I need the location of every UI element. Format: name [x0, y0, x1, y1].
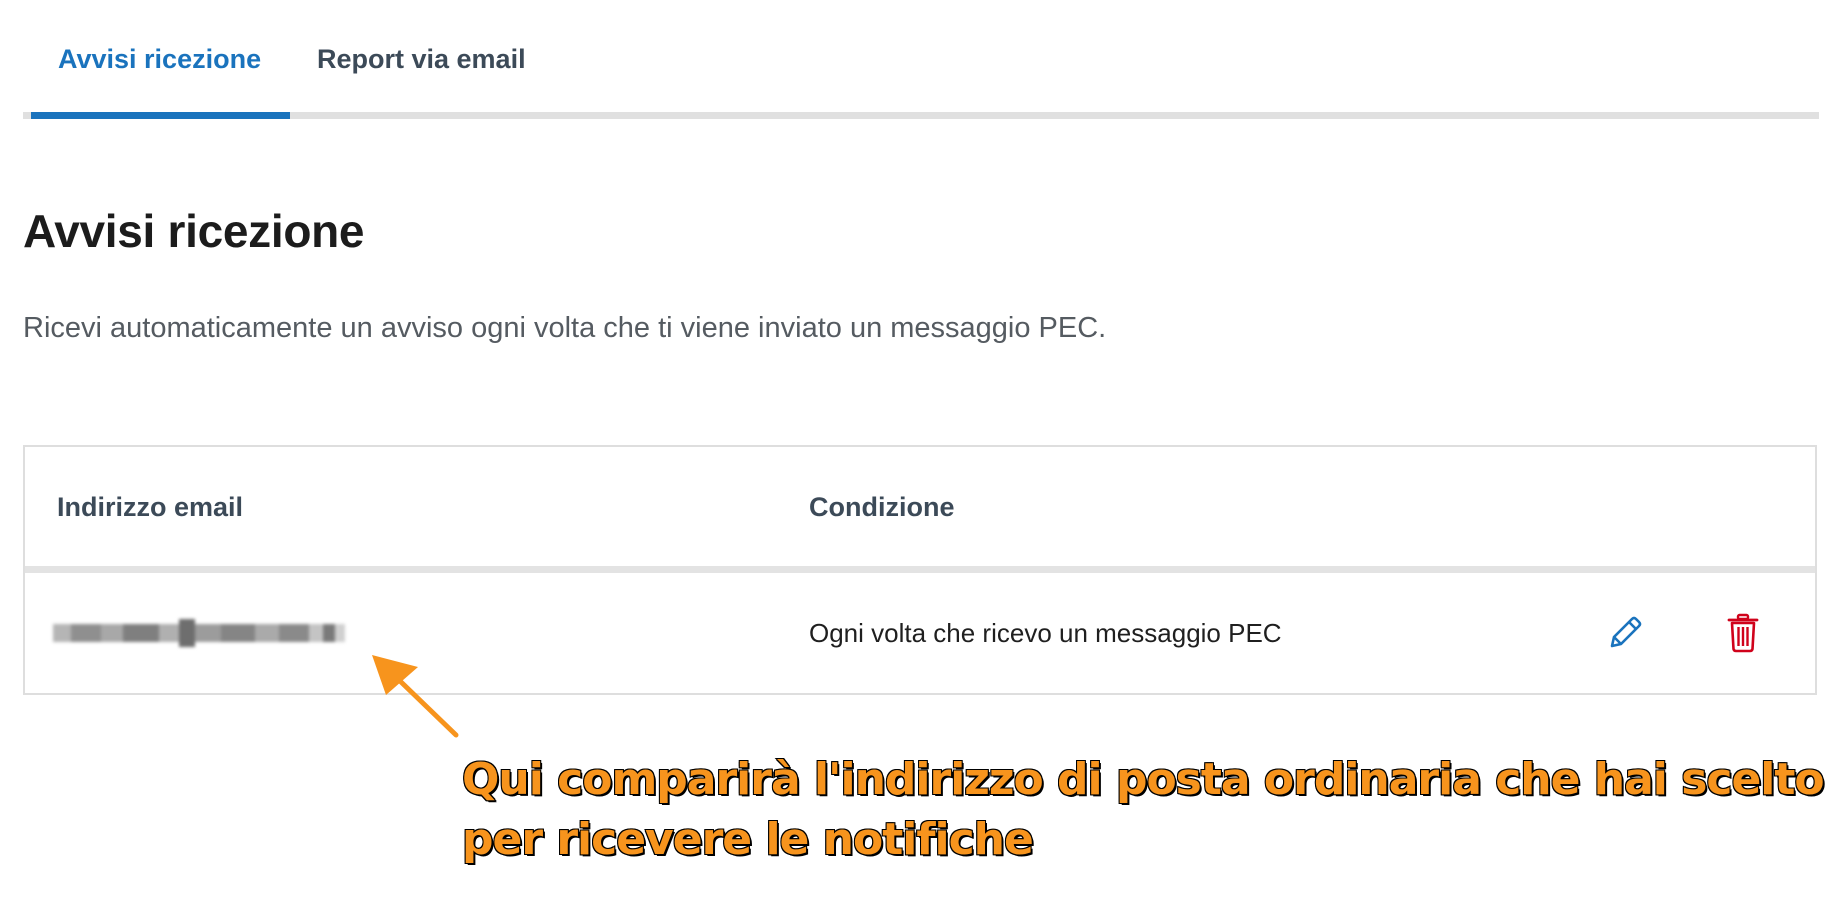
page-title: Avvisi ricezione: [23, 205, 365, 257]
tab-avvisi-ricezione[interactable]: Avvisi ricezione: [58, 44, 261, 75]
column-header-condition: Condizione: [809, 492, 955, 522]
condition-cell: Ogni volta che ricevo un messaggio PEC: [809, 618, 1282, 648]
annotation-line-2: per ricevere le notifiche: [461, 813, 1035, 866]
pencil-icon: [1610, 616, 1642, 648]
tab-bar-track: [23, 112, 1819, 119]
email-address-redacted: [53, 618, 363, 648]
notifications-table: Indirizzo email Condizione Ogni volta ch…: [23, 445, 1817, 695]
tab-report-via-email[interactable]: Report via email: [317, 44, 526, 75]
annotation-line-1: Qui comparirà l'indirizzo di posta ordin…: [461, 753, 1826, 806]
delete-button[interactable]: [1721, 611, 1765, 655]
annotation-text: Qui comparirà l'indirizzo di posta ordin…: [461, 750, 1826, 870]
table-header: Indirizzo email Condizione: [25, 447, 1815, 566]
table-row: Ogni volta che ricevo un messaggio PEC: [25, 573, 1815, 693]
tab-bar: Avvisi ricezione Report via email: [23, 0, 1819, 119]
trash-icon: [1727, 613, 1759, 653]
annotation-arrow: [372, 655, 459, 738]
edit-button[interactable]: [1603, 611, 1647, 655]
active-tab-indicator: [31, 112, 290, 119]
page-description: Ricevi automaticamente un avviso ogni vo…: [23, 312, 1107, 344]
header-separator: [25, 566, 1815, 573]
column-header-email: Indirizzo email: [57, 492, 244, 522]
